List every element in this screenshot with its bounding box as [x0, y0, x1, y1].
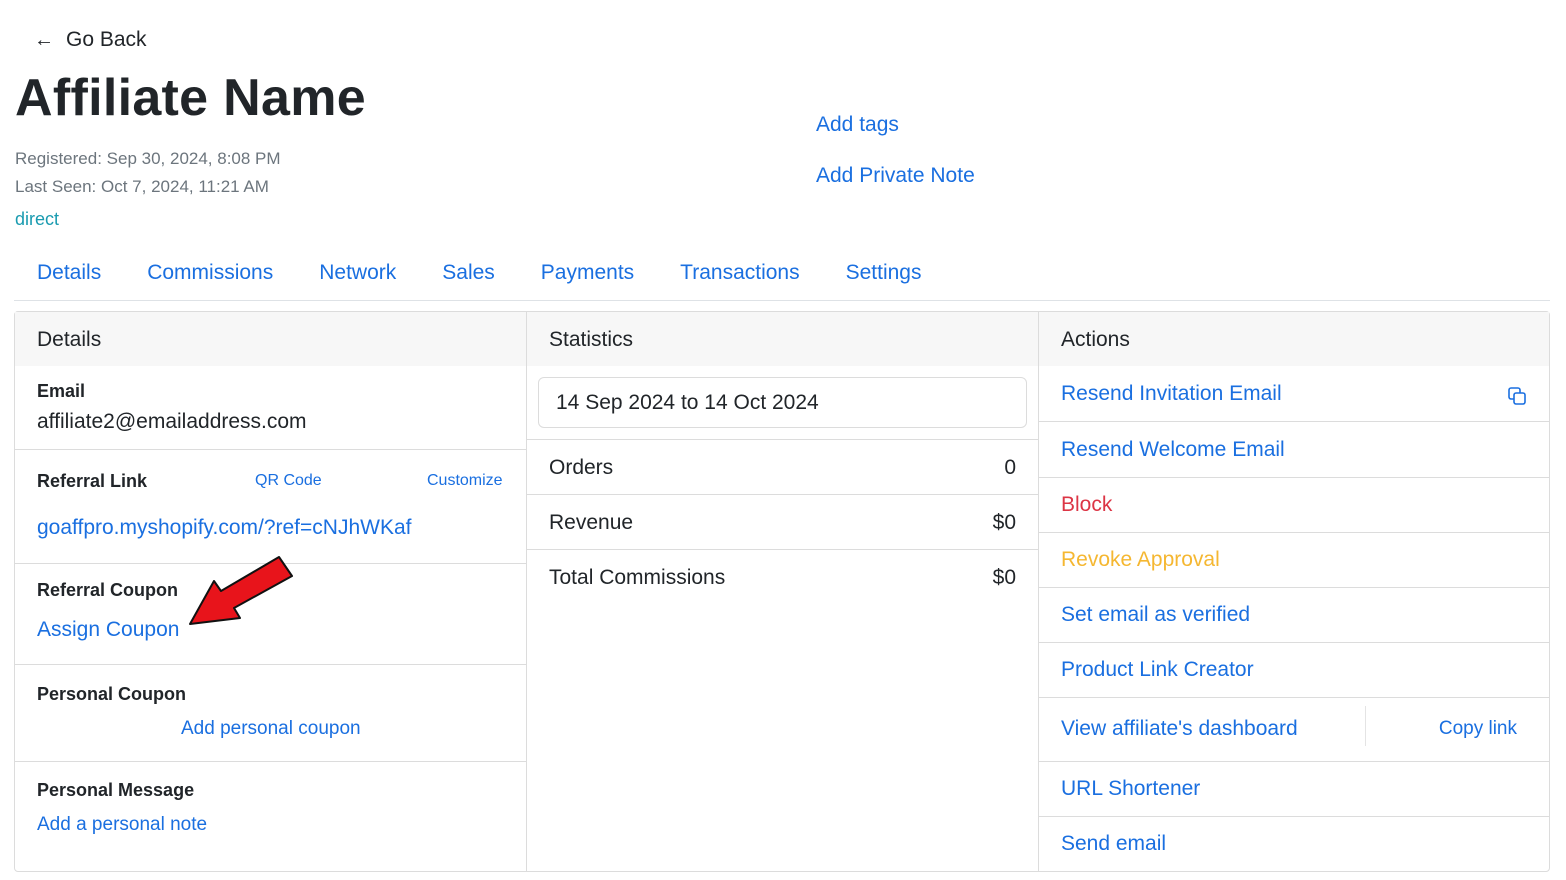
set-email-verified-action[interactable]: Set email as verified	[1061, 603, 1250, 627]
set-verified-row[interactable]: Set email as verified	[1039, 588, 1549, 643]
resend-welcome-row[interactable]: Resend Welcome Email	[1039, 422, 1549, 478]
customize-link[interactable]: Customize	[427, 472, 503, 490]
actions-panel: Actions Resend Invitation Email Resend W…	[1038, 311, 1550, 872]
revoke-approval-row[interactable]: Revoke Approval	[1039, 533, 1549, 588]
page-title: Affiliate Name	[15, 69, 366, 127]
personal-message-section: Personal Message Add a personal note	[15, 762, 526, 872]
revoke-approval-action[interactable]: Revoke Approval	[1061, 548, 1220, 572]
stat-label: Orders	[549, 456, 614, 479]
personal-message-label: Personal Message	[37, 780, 195, 800]
resend-welcome-email-action[interactable]: Resend Welcome Email	[1061, 438, 1285, 462]
tab-transactions[interactable]: Transactions	[657, 258, 822, 300]
referral-coupon-label: Referral Coupon	[37, 580, 179, 600]
personal-coupon-section: Personal Coupon Add personal coupon	[15, 665, 526, 762]
annotation-arrow-icon	[189, 556, 293, 625]
send-email-row[interactable]: Send email	[1039, 817, 1549, 872]
go-back-link[interactable]: ← Go Back	[34, 28, 147, 52]
resend-invitation-email-action[interactable]: Resend Invitation Email	[1061, 382, 1282, 406]
details-header: Details	[15, 312, 526, 366]
stat-value: 0	[1004, 456, 1016, 479]
date-range-picker[interactable]: 14 Sep 2024 to 14 Oct 2024	[538, 377, 1027, 428]
tab-sales[interactable]: Sales	[419, 258, 518, 300]
referral-link-section: Referral Link QR Code Customize goaffpro…	[15, 450, 526, 564]
view-dashboard-row: View affiliate's dashboard Copy link	[1039, 698, 1549, 762]
email-section: Email affiliate2@emailaddress.com	[15, 366, 526, 450]
email-label: Email	[37, 381, 86, 401]
block-action[interactable]: Block	[1061, 493, 1112, 517]
stat-value: $0	[992, 566, 1016, 589]
statistics-panel: Statistics 14 Sep 2024 to 14 Oct 2024 Or…	[526, 311, 1039, 872]
add-personal-coupon-link[interactable]: Add personal coupon	[181, 718, 361, 740]
copy-icon[interactable]	[1507, 386, 1527, 406]
add-private-note-link[interactable]: Add Private Note	[816, 164, 975, 188]
url-shortener-action[interactable]: URL Shortener	[1061, 777, 1200, 801]
stat-row-orders: Orders 0	[527, 439, 1038, 494]
tab-details[interactable]: Details	[14, 258, 124, 300]
stat-value: $0	[992, 511, 1016, 534]
tab-settings[interactable]: Settings	[823, 258, 945, 300]
stat-row-total-commissions: Total Commissions $0	[527, 549, 1038, 604]
statistics-header: Statistics	[527, 312, 1038, 366]
actions-header: Actions	[1039, 312, 1549, 366]
divider	[1365, 706, 1366, 746]
tab-payments[interactable]: Payments	[518, 258, 657, 300]
registered-date: Registered: Sep 30, 2024, 8:08 PM	[15, 149, 281, 168]
arrow-left-icon: ←	[34, 28, 54, 51]
product-link-creator-row[interactable]: Product Link Creator	[1039, 643, 1549, 698]
add-tags-link[interactable]: Add tags	[816, 113, 899, 137]
referral-link-label: Referral Link	[37, 471, 148, 491]
tab-commissions[interactable]: Commissions	[124, 258, 296, 300]
tab-bar: Details Commissions Network Sales Paymen…	[14, 258, 1550, 301]
referral-link-url[interactable]: goaffpro.myshopify.com/?ref=cNJhWKaf	[37, 516, 411, 540]
url-shortener-row[interactable]: URL Shortener	[1039, 762, 1549, 817]
last-seen-date: Last Seen: Oct 7, 2024, 11:21 AM	[15, 177, 269, 196]
block-row[interactable]: Block	[1039, 478, 1549, 533]
copy-link-button[interactable]: Copy link	[1439, 718, 1517, 740]
resend-invitation-row[interactable]: Resend Invitation Email	[1039, 366, 1549, 422]
stat-label: Revenue	[549, 511, 634, 534]
qr-code-link[interactable]: QR Code	[255, 472, 322, 490]
go-back-label: Go Back	[66, 28, 147, 51]
add-personal-note-link[interactable]: Add a personal note	[37, 814, 207, 836]
product-link-creator-action[interactable]: Product Link Creator	[1061, 658, 1254, 682]
source-badge[interactable]: direct	[15, 209, 59, 230]
view-affiliate-dashboard-action[interactable]: View affiliate's dashboard	[1061, 717, 1298, 741]
email-value: affiliate2@emailaddress.com	[37, 410, 307, 433]
send-email-action[interactable]: Send email	[1061, 832, 1166, 856]
tab-network[interactable]: Network	[296, 258, 419, 300]
stat-label: Total Commissions	[549, 566, 726, 589]
assign-coupon-link[interactable]: Assign Coupon	[37, 618, 179, 642]
personal-coupon-label: Personal Coupon	[37, 684, 187, 704]
stat-row-revenue: Revenue $0	[527, 494, 1038, 549]
